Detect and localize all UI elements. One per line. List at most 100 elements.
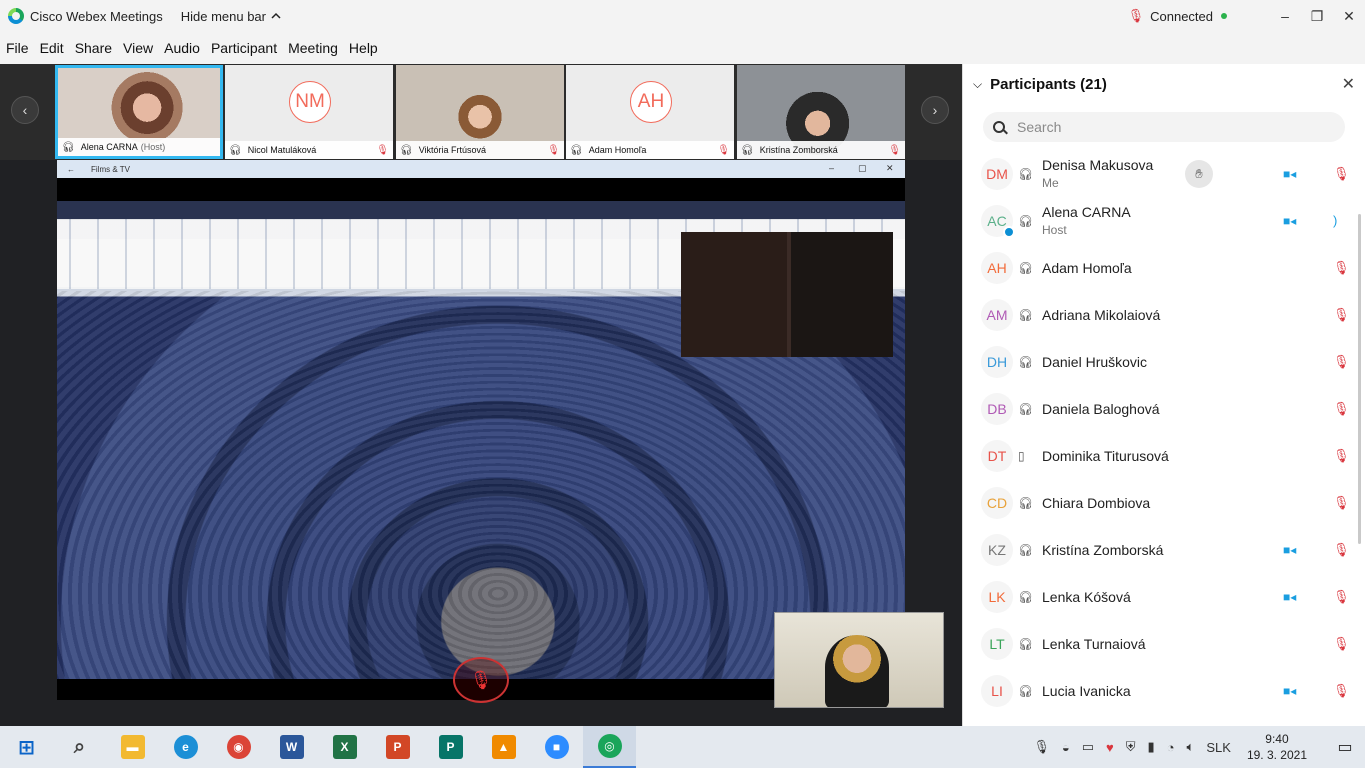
avatar-initials: DB	[987, 400, 1007, 417]
search-input[interactable]	[1017, 119, 1317, 135]
taskbar-start-button[interactable]: ⊞	[0, 726, 53, 768]
self-view-video[interactable]	[774, 612, 944, 708]
thumbnail-viktoria-frtusova[interactable]: 🎧︎ Viktória Frtúsová 🎙︎	[396, 65, 564, 159]
taskbar-search-button[interactable]: ⌕	[53, 726, 106, 768]
muted-mic-icon[interactable]: 🎙︎	[1333, 589, 1350, 605]
chrome-icon: ◉	[226, 735, 251, 759]
taskbar-vlc-button[interactable]: ▲	[477, 726, 530, 768]
overlay-video	[681, 232, 893, 357]
taskbar-word-button[interactable]: W	[265, 726, 318, 768]
avatar: DM	[981, 157, 1013, 190]
close-panel-button[interactable]: ✕	[1342, 74, 1355, 94]
thumbnail-nicol-matulakova[interactable]: NM 🎧︎ Nicol Matuláková 🎙︎	[225, 65, 393, 159]
menu-help[interactable]: Help	[349, 40, 378, 56]
participant-list-scrollbar[interactable]	[1358, 214, 1361, 544]
taskbar-webex-button[interactable]: ◎	[583, 726, 636, 768]
participant-row[interactable]: AM 🎧︎ Adriana Mikolaiová 🎙︎	[963, 291, 1355, 338]
taskbar-file-explorer-button[interactable]: ▬	[106, 726, 159, 768]
muted-mic-icon: 🎙︎	[376, 144, 389, 156]
menu-meeting[interactable]: Meeting	[288, 40, 338, 56]
muted-mic-icon[interactable]: 🎙︎	[1333, 166, 1350, 182]
microphone-icon[interactable]: 🎙︎	[1033, 739, 1050, 755]
participant-row[interactable]: LT 🎧︎ Lenka Turnaiová 🎙︎	[963, 620, 1355, 667]
muted-mic-icon[interactable]: 🎙︎	[1333, 448, 1350, 464]
tray-app-icon[interactable]: ◒	[1062, 740, 1070, 755]
avatar: LI	[981, 674, 1013, 707]
restore-button[interactable]: ❐	[1301, 0, 1333, 32]
taskbar-zoom-button[interactable]: ■	[530, 726, 583, 768]
monitor-icon[interactable]: ▭	[1082, 739, 1094, 755]
shield-icon[interactable]: ⛨	[1126, 739, 1136, 755]
self-view-person	[825, 635, 889, 707]
muted-mic-icon[interactable]: 🎙︎	[1333, 542, 1350, 558]
muted-mic-icon[interactable]: 🎙︎	[1333, 636, 1350, 652]
taskbar-powerpoint-button[interactable]: P	[371, 726, 424, 768]
avatar-initials: DT	[987, 447, 1007, 464]
file-explorer-icon: ▬	[120, 735, 145, 759]
participant-name: Chiara Dombiova	[1042, 494, 1151, 511]
headset-icon: 🎧︎	[570, 144, 583, 156]
participants-header[interactable]: ⌵ Participants (21)	[973, 76, 1107, 93]
wifi-icon[interactable]: ◔	[1167, 740, 1175, 755]
clock[interactable]: 9:40 19. 3. 2021	[1247, 731, 1307, 763]
participant-row[interactable]: AC 🎧︎ Alena CARNA Host ■◂)	[963, 197, 1355, 244]
avatar-initials: CD	[986, 494, 1008, 511]
thumbnail-label: 🎧︎ Kristína Zomborská 🎙︎	[737, 141, 905, 159]
title-bar: Cisco Webex Meetings Hide menu bar 🎙︎ Co…	[0, 0, 1365, 32]
muted-mic-icon[interactable]: 🎙︎	[1333, 495, 1350, 511]
participant-row[interactable]: DM 🎧︎ Denisa Makusova Me ✋︎ ■◂ 🎙︎	[963, 150, 1355, 197]
participant-row[interactable]: LK 🎧︎ Lenka Kóšová ■◂ 🎙︎	[963, 573, 1355, 620]
menu-audio[interactable]: Audio	[164, 40, 200, 56]
participant-row[interactable]: LI 🎧︎ Lucia Ivanicka ■◂ 🎙︎	[963, 667, 1355, 714]
mute-toggle-button[interactable]: 🎙︎	[453, 657, 509, 703]
thumbnails-next-button[interactable]: ›	[921, 96, 949, 124]
menu-view[interactable]: View	[123, 40, 153, 56]
language-indicator[interactable]: SLK	[1206, 740, 1231, 755]
powerpoint-icon: P	[385, 735, 410, 759]
thumbnail-adam-homola[interactable]: AH 🎧︎ Adam Homoľa 🎙︎	[566, 65, 734, 159]
participant-row[interactable]: DH 🎧︎ Daniel Hruškovic 🎙︎	[963, 338, 1355, 385]
minimize-button[interactable]: –	[1269, 0, 1301, 32]
mic-speaking-icon[interactable]: )	[1333, 213, 1337, 228]
antivirus-icon[interactable]: ♥	[1106, 740, 1114, 755]
taskbar-publisher-button[interactable]: P	[424, 726, 477, 768]
menu-file[interactable]: File	[6, 40, 29, 56]
thumbnail-alena-carna[interactable]: 🎧︎ Alena CARNA (Host)	[55, 65, 223, 159]
avatar: AM	[981, 298, 1013, 331]
battery-icon[interactable]: ▮	[1148, 739, 1155, 755]
avatar: DT	[981, 439, 1013, 472]
shared-close-icon: ✕	[886, 163, 894, 173]
avatar-initials: AM	[986, 306, 1008, 323]
volume-icon[interactable]: 🔈︎	[1187, 739, 1195, 755]
menu-participant[interactable]: Participant	[211, 40, 277, 56]
raised-hand-icon[interactable]: ✋︎	[1185, 159, 1213, 188]
participant-row[interactable]: KZ 🎧︎ Kristína Zomborská ■◂ 🎙︎	[963, 526, 1355, 573]
muted-mic-icon[interactable]: 🎙︎	[1333, 354, 1350, 370]
hide-menu-bar-button[interactable]: Hide menu bar	[181, 9, 282, 24]
taskbar-chrome-button[interactable]: ◉	[212, 726, 265, 768]
notifications-icon[interactable]: ▭	[1325, 726, 1365, 768]
menu-edit[interactable]: Edit	[40, 40, 64, 56]
participants-panel: ⌵ Participants (21) ✕ DM 🎧︎ Denisa Makusov…	[962, 64, 1365, 726]
thumbnail-kristina-zomborska[interactable]: 🎧︎ Kristína Zomborská 🎙︎	[737, 65, 905, 159]
thumbnails-prev-button[interactable]: ‹	[11, 96, 39, 124]
muted-mic-icon[interactable]: 🎙︎	[1333, 260, 1350, 276]
participant-row[interactable]: DB 🎧︎ Daniela Baloghová 🎙︎	[963, 385, 1355, 432]
participant-row[interactable]: CD 🎧︎ Chiara Dombiova 🎙︎	[963, 479, 1355, 526]
muted-mic-icon[interactable]: 🎙︎	[1333, 307, 1350, 323]
participant-row[interactable]: DT ▯ Dominika Titurusová 🎙︎	[963, 432, 1355, 479]
avatar-initials: KZ	[988, 541, 1006, 558]
participant-name: Daniel Hruškovic	[1042, 353, 1148, 370]
taskbar-excel-button[interactable]: X	[318, 726, 371, 768]
search-icon	[993, 121, 1005, 133]
muted-mic-icon[interactable]: 🎙︎	[1333, 401, 1350, 417]
thumbnail-name: Kristína Zomborská	[759, 145, 838, 155]
taskbar-edge-button[interactable]: e	[159, 726, 212, 768]
zoom-icon: ■	[544, 735, 569, 759]
close-button[interactable]: ✕	[1333, 0, 1365, 32]
menu-share[interactable]: Share	[75, 40, 112, 56]
muted-mic-icon[interactable]: 🎙︎	[1333, 683, 1350, 699]
participant-row[interactable]: AH 🎧︎ Adam Homoľa 🎙︎	[963, 244, 1355, 291]
video-camera-icon: ■◂	[1283, 166, 1297, 181]
headset-icon: 🎧︎	[400, 144, 413, 156]
